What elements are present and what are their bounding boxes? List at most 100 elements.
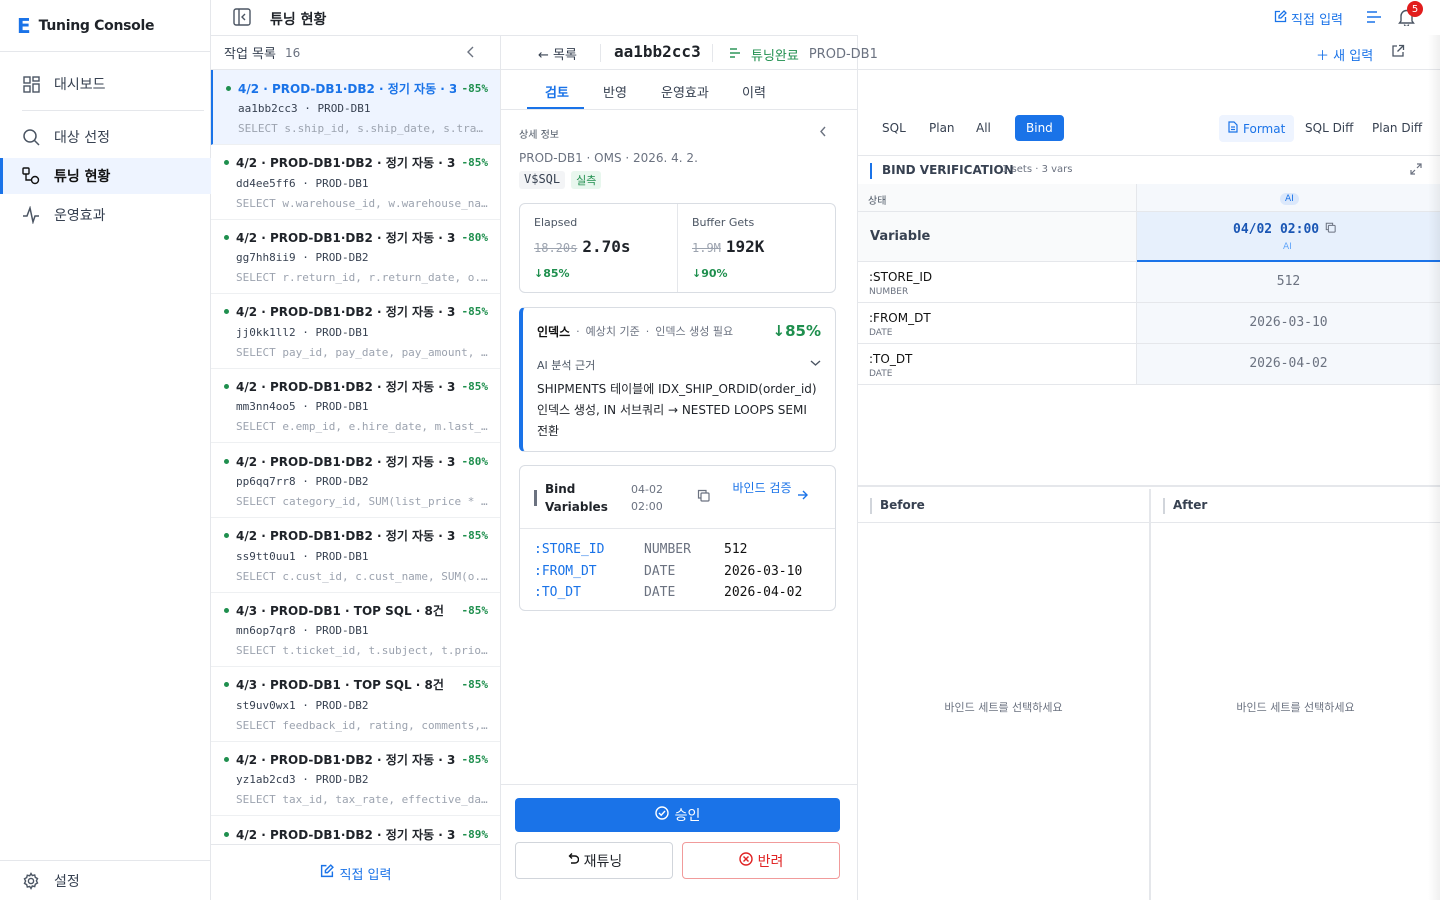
tab-bind[interactable]: Bind xyxy=(1015,115,1064,141)
list-direct-input-button[interactable]: 직접 입력 xyxy=(211,844,500,900)
task-list-title: 작업 목록 xyxy=(224,47,276,62)
nav-item-dashboard[interactable]: 대시보드 xyxy=(0,66,211,102)
status-dot xyxy=(226,85,231,91)
bind-set-column-header[interactable]: 04/02 02:00 AI xyxy=(1137,212,1440,262)
tab-plan[interactable]: Plan xyxy=(929,121,955,135)
bind-row: :STORE_ID NUMBER 512 xyxy=(534,539,821,561)
task-list-item[interactable]: 4/2 · PROD-DB1·DB2 · 정기 자동 · 36건 -80% pp6q… xyxy=(211,443,500,518)
view-tabs: SQL Plan All Bind Format SQL Diff Plan D… xyxy=(858,109,1440,148)
variable-name-cell: :FROM_DT DATE xyxy=(858,303,1137,344)
sql-id: aa1bb2cc3 xyxy=(614,42,701,61)
variable-value: 512 xyxy=(1276,274,1301,289)
task-sql-id: dd4ee5ff6 · PROD-DB1 xyxy=(236,176,369,190)
task-list-item[interactable]: 4/2 · PROD-DB1·DB2 · 정기 자동 · 36건 -85% ss9t… xyxy=(211,518,500,593)
chevron-left-icon[interactable] xyxy=(466,46,476,62)
list-menu-icon[interactable] xyxy=(1366,9,1382,29)
task-list-item[interactable]: 4/2 · PROD-DB1·DB2 · 정기 자동 · 36건 -85% dd4e… xyxy=(211,145,500,220)
recommendation-basis: 예상치 기준 xyxy=(585,325,640,338)
arrow-right-icon[interactable] xyxy=(797,489,809,504)
divider xyxy=(600,44,601,62)
tab-all[interactable]: All xyxy=(976,121,991,135)
task-title: 4/2 · PROD-DB1·DB2 · 정기 자동 · 36건 xyxy=(236,529,456,544)
retune-button[interactable]: 재튜닝 xyxy=(515,842,673,879)
notification-button[interactable]: 5 xyxy=(1398,1,1423,30)
variable-value-cell[interactable]: 512 xyxy=(1137,262,1440,303)
nav-item-effect[interactable]: 운영효과 xyxy=(0,197,211,233)
task-sql-id: aa1bb2cc3 · PROD-DB1 xyxy=(238,102,371,115)
new-input-button[interactable]: ＋ 새 입력 xyxy=(1316,45,1373,64)
external-link-icon[interactable] xyxy=(1391,44,1405,62)
task-list-item[interactable]: 4/2 · PROD-DB1·DB2 · 정기 자동 · 36건 -85% aa1b… xyxy=(211,70,500,145)
task-improvement: -85% xyxy=(461,379,489,393)
bind-name: :TO_DT xyxy=(534,585,581,601)
copy-icon[interactable] xyxy=(697,489,710,506)
approve-button[interactable]: 승인 xyxy=(515,798,840,832)
variable-value-cell[interactable]: 2026-04-02 xyxy=(1137,344,1440,385)
splitter[interactable] xyxy=(858,485,1440,487)
nav-item-target[interactable]: 대상 선정 xyxy=(0,119,211,155)
task-sql-text: SELECT w.warehouse_id, w.warehouse_name xyxy=(236,196,488,210)
tab-effect[interactable]: 운영효과 xyxy=(661,82,709,101)
variable-name-cell: :TO_DT DATE xyxy=(858,344,1137,385)
bind-row: :FROM_DT DATE 2026-03-10 xyxy=(534,561,821,583)
back-to-list-button[interactable]: ← 목록 xyxy=(538,44,577,63)
edge-shadow xyxy=(1428,35,1440,900)
plan-diff-button[interactable]: Plan Diff xyxy=(1372,121,1422,135)
brand[interactable]: E Tuning Console xyxy=(0,0,210,52)
after-pane: After 바인드 세트를 선택하세요 xyxy=(1151,489,1440,900)
task-improvement: -85% xyxy=(461,529,489,543)
nav-item-settings[interactable]: 설정 xyxy=(0,863,211,899)
copy-icon[interactable] xyxy=(1325,222,1336,237)
topbar: 튜닝 현황 직접 입력 5 xyxy=(211,0,1440,35)
task-sql-id: mm3nn4oo5 · PROD-DB1 xyxy=(236,400,369,414)
task-improvement: -85% xyxy=(461,678,489,692)
task-list-item[interactable]: 4/3 · PROD-DB1 · TOP SQL · 8건 -85% st9uv0w… xyxy=(211,667,500,742)
task-sql-text: SELECT category_id, SUM(list_price * qty… xyxy=(236,495,488,508)
sidebar-toggle-icon[interactable] xyxy=(233,8,251,30)
task-list-panel: 작업 목록 16 4/2 · PROD-DB1·DB2 · 정기 자동 · 36… xyxy=(211,35,501,900)
format-button[interactable]: Format xyxy=(1219,115,1295,142)
direct-input-button[interactable]: 직접 입력 xyxy=(1274,9,1343,28)
approve-label: 승인 xyxy=(674,808,701,824)
variable-type: DATE xyxy=(869,328,893,338)
after-header: After xyxy=(1151,489,1440,523)
ai-reason-toggle[interactable]: AI 분석 근거 xyxy=(537,357,821,373)
metric-buffer-gets: Buffer Gets 1.9M 192K ↓90% xyxy=(677,204,835,292)
x-circle-icon xyxy=(738,851,753,870)
status-dot xyxy=(224,234,229,240)
task-sql-text: SELECT t.ticket_id, t.subject, t.priorit… xyxy=(236,644,488,658)
variable-header-cell: Variable xyxy=(858,212,1137,262)
tab-history[interactable]: 이력 xyxy=(742,82,766,101)
metric-new: 192K xyxy=(725,237,765,256)
reject-button[interactable]: 반려 xyxy=(682,842,840,879)
task-sql-id: st9uv0wx1 · PROD-DB2 xyxy=(236,698,369,712)
before-empty-message: 바인드 세트를 선택하세요 xyxy=(944,701,1063,714)
tab-review[interactable]: 검토 xyxy=(545,82,569,101)
tuning-status: 튜닝완료 PROD-DB1 xyxy=(729,45,878,64)
edit-icon xyxy=(1274,10,1287,27)
tab-apply[interactable]: 반영 xyxy=(603,82,627,101)
nav-label: 튜닝 현황 xyxy=(54,169,111,185)
tab-sql[interactable]: SQL xyxy=(882,121,906,135)
nav-item-tuning[interactable]: 튜닝 현황 xyxy=(0,158,211,194)
status-dot xyxy=(224,831,229,837)
task-list-item[interactable]: 4/2 · PROD-DB1·DB2 · 정기 자동 · 36건 -85% yz1a… xyxy=(211,741,500,817)
task-title: 4/2 · PROD-DB1·DB2 · 정기 자동 · 36건 xyxy=(238,81,456,96)
variable-value-cell[interactable]: 2026-03-10 xyxy=(1137,303,1440,344)
expand-icon[interactable] xyxy=(1410,163,1422,179)
bind-card-title: Bind Variables xyxy=(545,482,608,514)
variable-name-cell: :STORE_ID NUMBER xyxy=(858,262,1137,303)
document-icon xyxy=(1228,121,1238,136)
bind-verification-title: BIND VERIFICATION xyxy=(882,163,1014,177)
task-list-item[interactable]: 4/3 · PROD-DB1 · TOP SQL · 8건 -85% mn6op7q… xyxy=(211,592,500,668)
bind-verify-button[interactable]: 바인드 검증 xyxy=(732,480,792,497)
chevron-left-icon[interactable] xyxy=(819,126,827,141)
bind-value: 2026-04-02 xyxy=(724,585,803,601)
task-list-item[interactable]: 4/2 · PROD-DB1·DB2 · 정기 자동 · 36건 -85% jj0k… xyxy=(211,294,500,369)
status-list-icon xyxy=(729,47,741,63)
task-sql-id: pp6qq7rr8 · PROD-DB2 xyxy=(236,475,369,488)
task-list-item[interactable]: 4/2 · PROD-DB1·DB2 · 정기 자동 · 36건 -80% gg7h… xyxy=(211,219,500,295)
sql-diff-button[interactable]: SQL Diff xyxy=(1305,121,1353,135)
chevron-down-icon xyxy=(810,357,821,373)
task-list-item[interactable]: 4/2 · PROD-DB1·DB2 · 정기 자동 · 36건 -85% mm3n… xyxy=(211,368,500,444)
